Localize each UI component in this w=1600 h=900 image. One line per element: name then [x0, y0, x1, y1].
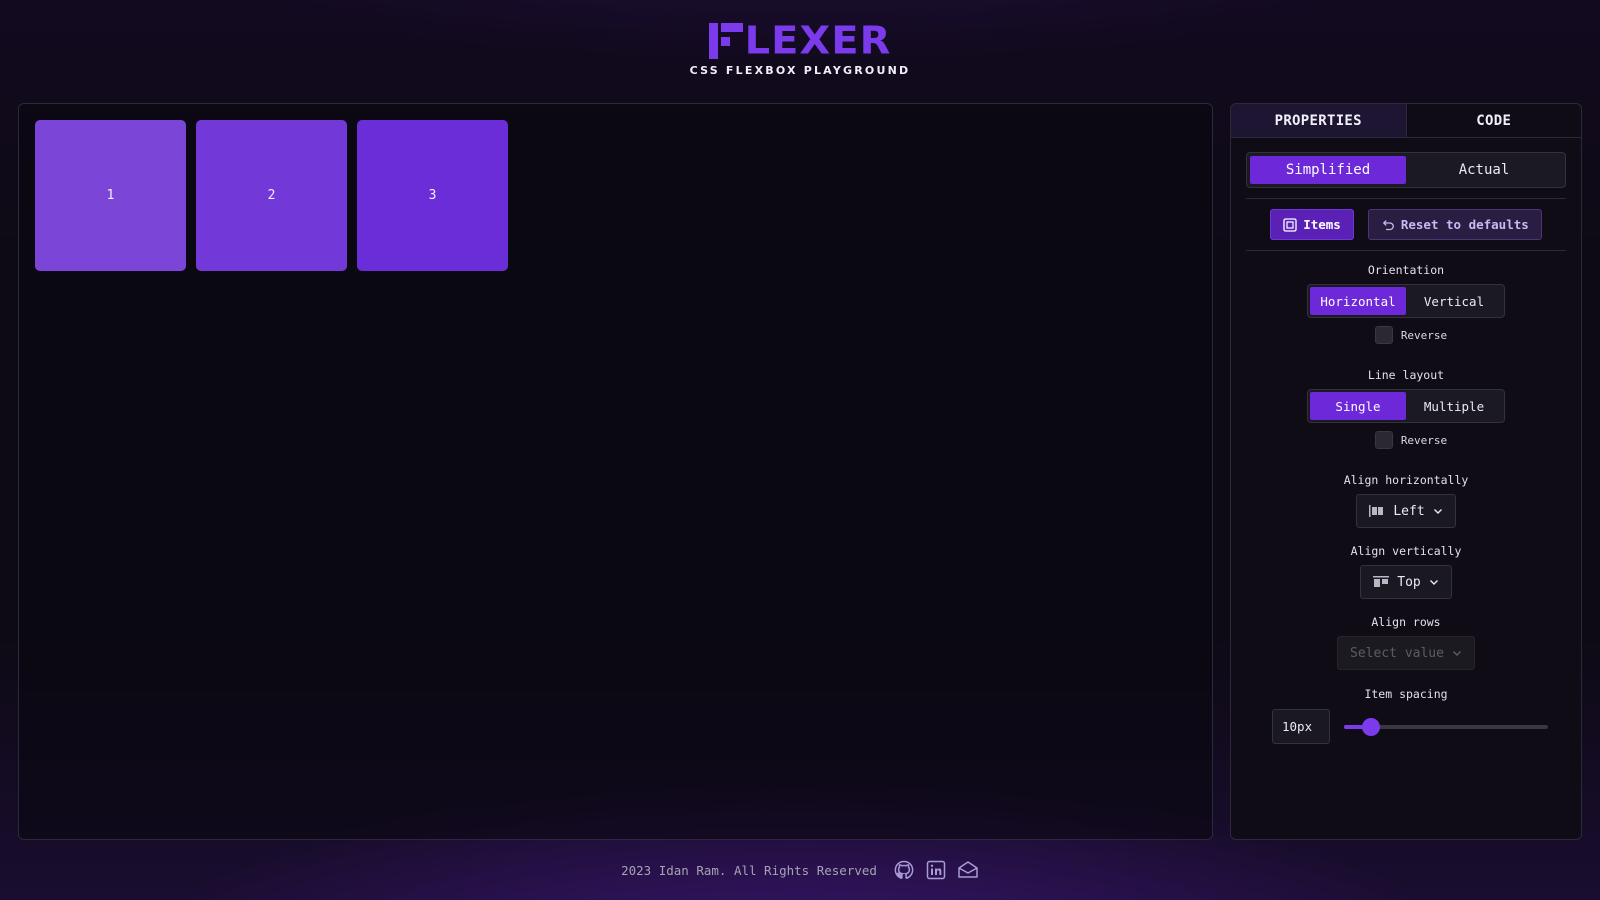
flex-item[interactable]: 3 [357, 120, 508, 271]
line-layout-single-button[interactable]: Single [1310, 392, 1406, 420]
slider-thumb[interactable] [1361, 717, 1380, 736]
align-horizontally-value: Left [1393, 503, 1425, 519]
align-vertically-select[interactable]: Top [1360, 565, 1452, 599]
item-spacing-slider[interactable] [1344, 717, 1548, 736]
align-top-icon [1373, 576, 1390, 587]
tab-code[interactable]: CODE [1407, 104, 1582, 137]
items-icon [1283, 217, 1297, 232]
panel-tabs: PROPERTIES CODE [1231, 104, 1581, 138]
chevron-down-icon [1452, 651, 1461, 656]
align-left-icon [1369, 505, 1384, 517]
orientation-horizontal-button[interactable]: Horizontal [1310, 287, 1406, 315]
flex-item[interactable]: 2 [196, 120, 347, 271]
align-rows-section: Align rows Select value [1231, 615, 1581, 670]
logo-subtitle: CSS FLEXBOX PLAYGROUND [689, 64, 911, 77]
orientation-label: Orientation [1367, 263, 1445, 277]
orientation-toggle: Horizontal Vertical [1307, 284, 1505, 318]
line-layout-multiple-button[interactable]: Multiple [1406, 392, 1502, 420]
align-horizontally-label: Align horizontally [1343, 473, 1469, 487]
align-horizontally-select[interactable]: Left [1356, 494, 1456, 528]
align-vertically-label: Align vertically [1350, 544, 1462, 558]
orientation-reverse-label: Reverse [1400, 328, 1448, 342]
linkedin-icon[interactable] [925, 859, 947, 881]
copyright-text: 2023 Idan Ram. All Rights Reserved [621, 862, 877, 878]
logo[interactable]: LEXER CSS FLEXBOX PLAYGROUND [684, 22, 916, 77]
reset-defaults-label: Reset to defaults [1400, 217, 1529, 232]
align-rows-label: Align rows [1371, 615, 1441, 629]
align-horizontally-section: Align horizontally Left [1231, 473, 1581, 528]
chevron-down-icon [1433, 509, 1442, 514]
flex-playground[interactable]: 123 [18, 103, 1213, 840]
undo-icon [1382, 219, 1394, 230]
reset-defaults-button[interactable]: Reset to defaults [1367, 209, 1542, 240]
mode-simplified-button[interactable]: Simplified [1250, 156, 1406, 184]
mail-icon[interactable] [957, 859, 979, 881]
item-spacing-label: Item spacing [1364, 687, 1448, 701]
mode-toggle: Simplified Actual [1246, 152, 1566, 188]
item-spacing-input[interactable]: 10px [1272, 709, 1330, 744]
orientation-vertical-button[interactable]: Vertical [1406, 287, 1502, 315]
divider [1246, 198, 1566, 199]
tab-properties[interactable]: PROPERTIES [1231, 104, 1407, 137]
header: LEXER CSS FLEXBOX PLAYGROUND [0, 0, 1600, 100]
footer: 2023 Idan Ram. All Rights Reserved [0, 858, 1600, 882]
line-layout-reverse-checkbox[interactable] [1374, 431, 1393, 449]
orientation-reverse-checkbox[interactable] [1374, 326, 1393, 344]
align-rows-select[interactable]: Select value [1337, 636, 1475, 670]
divider [1246, 250, 1566, 251]
items-scope-label: Items [1303, 217, 1341, 232]
flex-item[interactable]: 1 [35, 120, 186, 271]
align-vertically-value: Top [1397, 574, 1421, 590]
line-layout-label: Line layout [1367, 368, 1445, 382]
logo-text: LEXER [744, 19, 892, 63]
orientation-section: Orientation Horizontal Vertical Reverse [1231, 263, 1581, 344]
items-scope-button[interactable]: Items [1270, 209, 1354, 240]
mode-actual-button[interactable]: Actual [1406, 156, 1562, 184]
align-vertically-section: Align vertically Top [1231, 544, 1581, 599]
github-icon[interactable] [893, 859, 915, 881]
line-layout-reverse-label: Reverse [1400, 433, 1448, 447]
align-rows-placeholder: Select value [1350, 645, 1444, 661]
logo-mark-icon [708, 23, 743, 59]
item-spacing-section: Item spacing 10px [1231, 687, 1581, 744]
properties-panel: PROPERTIES CODE Simplified Actual Items … [1230, 103, 1582, 840]
line-layout-section: Line layout Single Multiple Reverse [1231, 368, 1581, 449]
chevron-down-icon [1429, 580, 1438, 585]
line-layout-toggle: Single Multiple [1307, 389, 1505, 423]
